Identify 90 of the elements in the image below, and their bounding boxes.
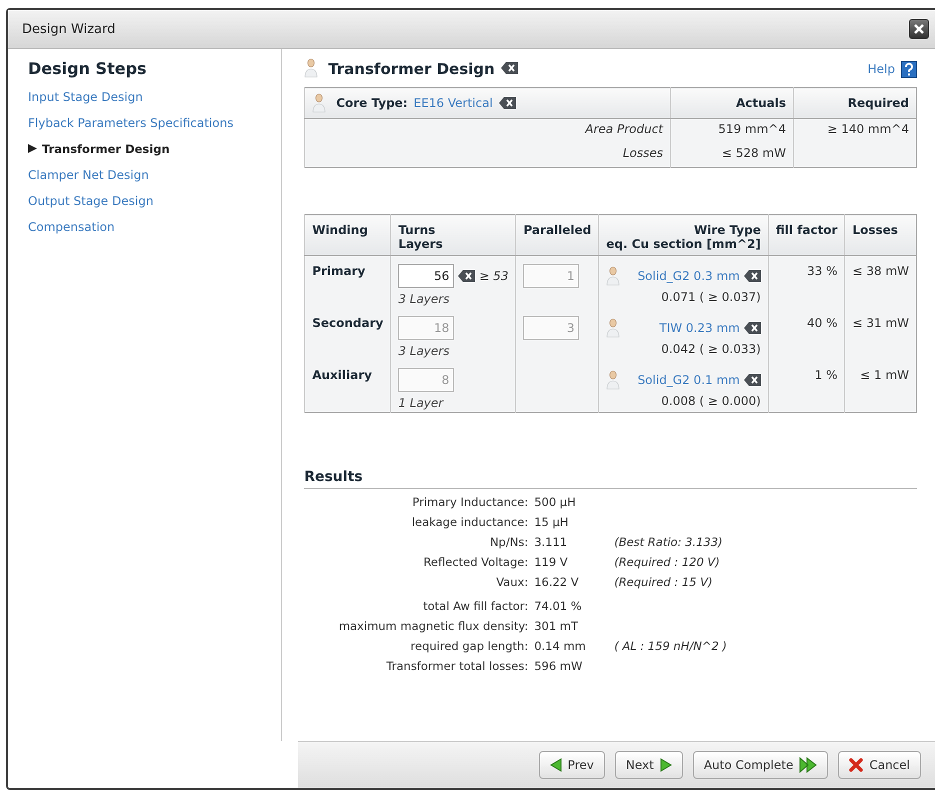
left-arrow-icon [550,758,562,772]
result-label: Reflected Voltage: [422,554,530,570]
section-text: 0.071 ( ≥ 0.037) [660,290,761,304]
table-cell: Losses [304,143,670,168]
step-link[interactable]: Compensation [28,214,282,240]
row-header: Secondary [304,308,391,360]
step-link[interactable]: Output Stage Design [28,188,282,214]
result-label: Transformer total losses: [385,658,530,674]
wire-type-link[interactable]: Solid_G2 0.3 mm [638,269,740,283]
section-text: 0.008 ( ≥ 0.000) [660,394,761,408]
wire-type-link[interactable]: TIW 0.23 mm [659,321,740,335]
table-cell: 40 % [768,308,845,360]
result-label: leakage inductance: [410,514,530,530]
footer-button[interactable]: Next [614,751,683,779]
layers-text: 1 Layer [398,396,445,410]
table-cell: 33 % [768,256,845,308]
table-cell: 1 % [768,360,845,412]
footer-button[interactable]: Cancel [838,751,921,779]
step-link[interactable]: Input Stage Design [28,84,282,110]
core-type-link[interactable]: EE16 Vertical [414,96,493,110]
delete-icon[interactable] [498,97,516,109]
cross-icon [849,758,864,772]
wire-type-link[interactable]: Solid_G2 0.1 mm [638,373,740,387]
step-link[interactable]: Clamper Net Design [28,162,282,188]
table-cell: Area Product [304,118,670,143]
result-label: Primary Inductance: [411,494,530,510]
result-value: 0.14 mm [534,638,587,654]
sidebar-title: Design Steps [28,59,148,78]
row-header: Auxiliary [304,360,391,412]
column-header: Wire Type eq. Cu section [mm^2] [598,214,768,256]
person-icon [312,93,326,113]
person-icon [606,370,620,390]
row-header: Primary [304,256,391,308]
turns-field[interactable]: 56 [398,264,454,288]
delete-icon[interactable] [744,374,761,386]
right-arrow-icon [660,758,672,772]
table-cell: ≤ 31 mW [844,308,916,360]
help-icon [901,60,917,78]
result-value: 301 mT [534,618,580,634]
result-note: ( AL : 159 nH/N^2 ) [614,638,728,654]
table-cell: ≤ 528 mW [670,143,794,168]
result-note: (Required : 120 V) [614,554,721,570]
help-link[interactable]: Help [868,62,895,76]
result-value: 3.111 [534,534,568,550]
person-icon [606,266,620,286]
person-icon [606,318,620,338]
window-title: Design Wizard [22,22,116,36]
delete-icon[interactable] [744,322,761,334]
result-label: total Aw fill factor: [422,598,530,614]
table-cell: ≤ 38 mW [844,256,916,308]
result-value: 119 V [534,554,569,570]
column-header: Paralleled [516,214,599,256]
delete-icon[interactable] [744,270,761,282]
result-value: 74.01 % [534,598,583,614]
double-arrow-icon [799,757,818,773]
result-value: 500 µH [534,494,577,510]
column-header: Required [794,88,916,118]
layers-text: 3 Layers [398,344,450,358]
footer-button[interactable]: Prev [538,751,605,779]
section-title: Results [304,469,917,489]
layers-text: 3 Layers [398,292,450,306]
result-note: (Best Ratio: 3.133) [614,534,724,550]
delete-icon[interactable] [458,270,476,282]
step-link[interactable]: Flyback Parameters Specifications [28,110,282,136]
person-icon [304,58,318,78]
result-note: (Required : 15 V) [614,574,714,590]
column-header: Turns Layers [390,214,516,256]
table-cell: ≤ 1 mW [844,360,916,412]
result-label: maximum magnetic flux density: [338,618,530,634]
column-header: Winding [304,214,391,256]
close-button[interactable] [909,19,929,39]
column-header: fill factor [768,214,845,256]
column-header: Actuals [670,88,794,118]
result-label: required gap length: [410,638,530,654]
result-label: Np/Ns: [488,534,530,550]
field-label: Core Type: [336,96,408,110]
result-value: 16.22 V [534,574,580,590]
result-label: Vaux: [495,574,530,590]
section-text: 0.042 ( ≥ 0.033) [660,342,761,356]
table-cell: ≥ 140 mm^4 [794,118,916,143]
table-cell: 519 mm^4 [670,118,794,143]
column-header: Losses [844,214,916,256]
step-link[interactable]: Transformer Design [28,136,282,162]
delete-icon[interactable] [500,62,518,74]
footer-button[interactable]: Auto Complete [692,751,828,779]
result-value: 596 mW [534,658,584,674]
min-turns-text: ≥ 53 [479,269,508,283]
page-title: Transformer Design [328,60,495,78]
close-icon [912,22,926,36]
result-value: 15 µH [534,514,570,530]
